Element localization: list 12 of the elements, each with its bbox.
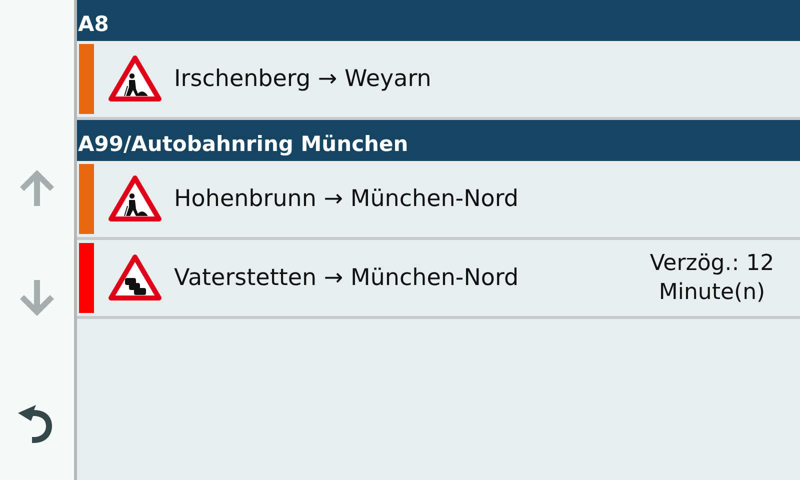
traffic-jam-sign-icon <box>108 254 162 302</box>
roadwork-sign-icon <box>108 175 162 223</box>
route-text: Irschenberg → Weyarn <box>174 66 432 92</box>
incident-row[interactable]: Vaterstetten → München-Nord Verzög.: 12 Minute(n) <box>77 240 800 319</box>
incident-row[interactable]: Irschenberg → Weyarn <box>77 41 800 120</box>
route-text: Hohenbrunn → München-Nord <box>174 186 520 212</box>
delay-text: Verzög.: 12 Minute(n) <box>648 250 776 307</box>
roadwork-sign-icon <box>108 55 162 103</box>
road-header: A99/Autobahnring München <box>77 120 800 161</box>
incident-row[interactable]: Hohenbrunn → München-Nord <box>77 161 800 240</box>
road-header: A8 <box>77 0 800 41</box>
route-text: Vaterstetten → München-Nord <box>174 265 520 291</box>
